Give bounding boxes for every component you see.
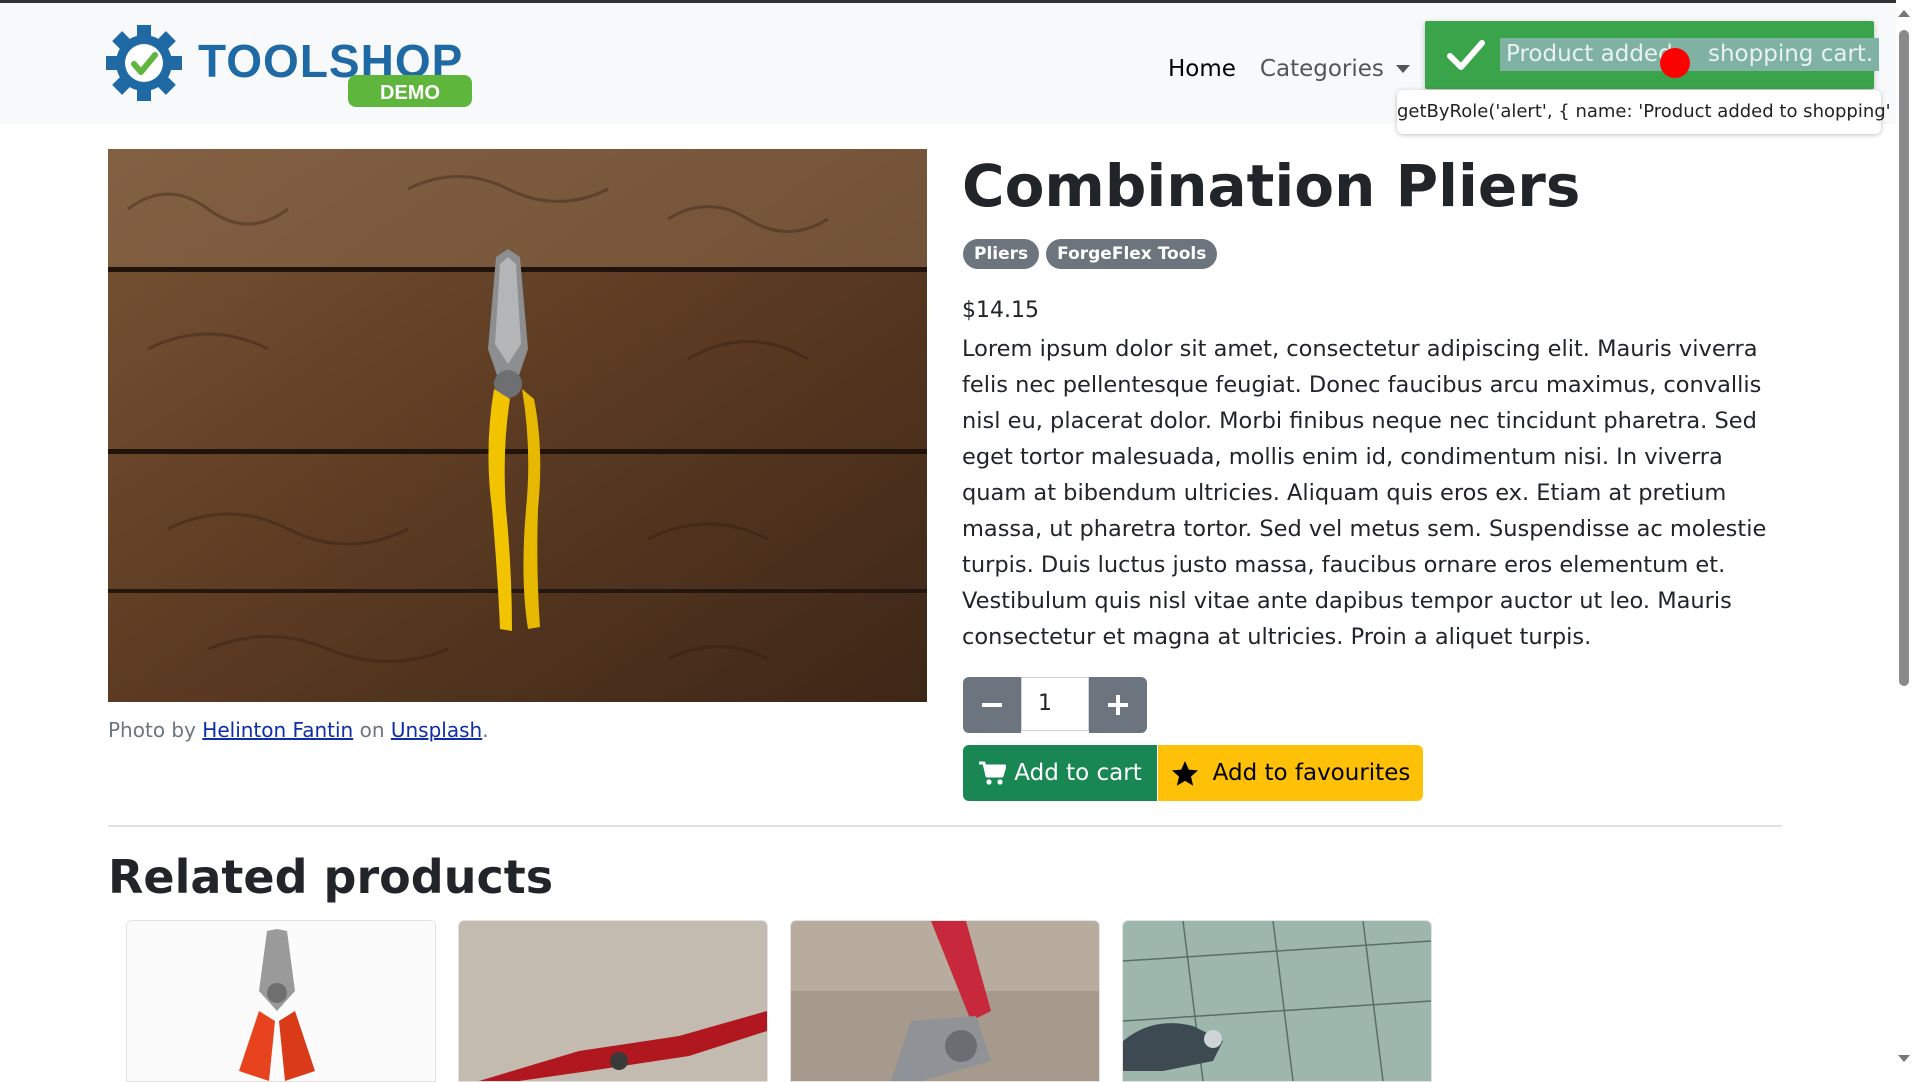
photographer-link[interactable]: Helinton Fantin xyxy=(202,718,353,742)
nav-links: Home Categories C xyxy=(1168,51,1452,87)
add-to-cart-button[interactable]: Add to cart xyxy=(963,745,1157,801)
nav-home-link[interactable]: Home xyxy=(1168,56,1236,82)
product-title: Combination Pliers xyxy=(962,152,1581,220)
add-to-cart-label: Add to cart xyxy=(1014,760,1142,786)
section-divider xyxy=(108,825,1782,827)
scrollbar-thumb[interactable] xyxy=(1899,30,1909,686)
locator-tooltip: getByRole('alert', { name: 'Product adde… xyxy=(1397,90,1915,134)
related-products-heading: Related products xyxy=(108,850,554,904)
add-to-favourites-label: Add to favourites xyxy=(1212,760,1411,786)
quantity-stepper: 1 xyxy=(963,677,1147,733)
toast-message-part2: shopping cart. xyxy=(1708,41,1874,67)
star-icon xyxy=(1171,760,1198,786)
decrease-quantity-button[interactable] xyxy=(963,677,1021,733)
photo-credit: Photo by Helinton Fantin on Unsplash. xyxy=(108,718,489,742)
product-tags: Pliers ForgeFlex Tools xyxy=(963,239,1218,269)
related-product-card[interactable] xyxy=(458,920,768,1082)
nav-categories-label: Categories xyxy=(1259,56,1384,82)
gear-logo-icon xyxy=(106,25,182,101)
product-description: Lorem ipsum dolor sit amet, consectetur … xyxy=(962,336,1767,650)
scroll-down-arrow-icon[interactable] xyxy=(1898,1055,1910,1062)
toast-message-part1: Product added xyxy=(1506,41,1680,67)
chevron-down-icon xyxy=(1395,65,1410,73)
increase-quantity-button[interactable] xyxy=(1089,677,1147,733)
related-product-card[interactable] xyxy=(126,920,436,1082)
unsplash-link[interactable]: Unsplash xyxy=(391,718,482,742)
click-indicator-dot xyxy=(1660,48,1690,78)
logo-badge: DEMO xyxy=(380,82,440,104)
brand-badge: ForgeFlex Tools xyxy=(1046,239,1218,269)
photo-credit-mid: on xyxy=(353,718,391,742)
related-product-card[interactable] xyxy=(1122,920,1432,1082)
add-to-favourites-button[interactable]: Add to favourites xyxy=(1158,745,1423,801)
product-image xyxy=(108,149,927,702)
product-price: $14.15 xyxy=(962,298,1039,323)
success-toast[interactable]: Product added shopping cart. xyxy=(1425,21,1880,89)
nav-categories-dropdown[interactable]: Categories xyxy=(1260,56,1410,82)
scroll-up-arrow-icon[interactable] xyxy=(1898,10,1910,17)
toolshop-logo[interactable]: TOOLSHOP DEMO xyxy=(106,25,476,109)
checkmark-icon xyxy=(1447,40,1485,70)
photo-credit-suffix: . xyxy=(482,718,489,742)
related-product-card[interactable] xyxy=(790,920,1100,1082)
tag-badge: Pliers xyxy=(963,239,1040,269)
photo-credit-prefix: Photo by xyxy=(108,718,203,742)
plus-icon xyxy=(1108,695,1128,715)
quantity-input[interactable]: 1 xyxy=(1021,677,1089,731)
cart-icon xyxy=(979,761,1007,785)
minus-icon xyxy=(982,703,1002,707)
